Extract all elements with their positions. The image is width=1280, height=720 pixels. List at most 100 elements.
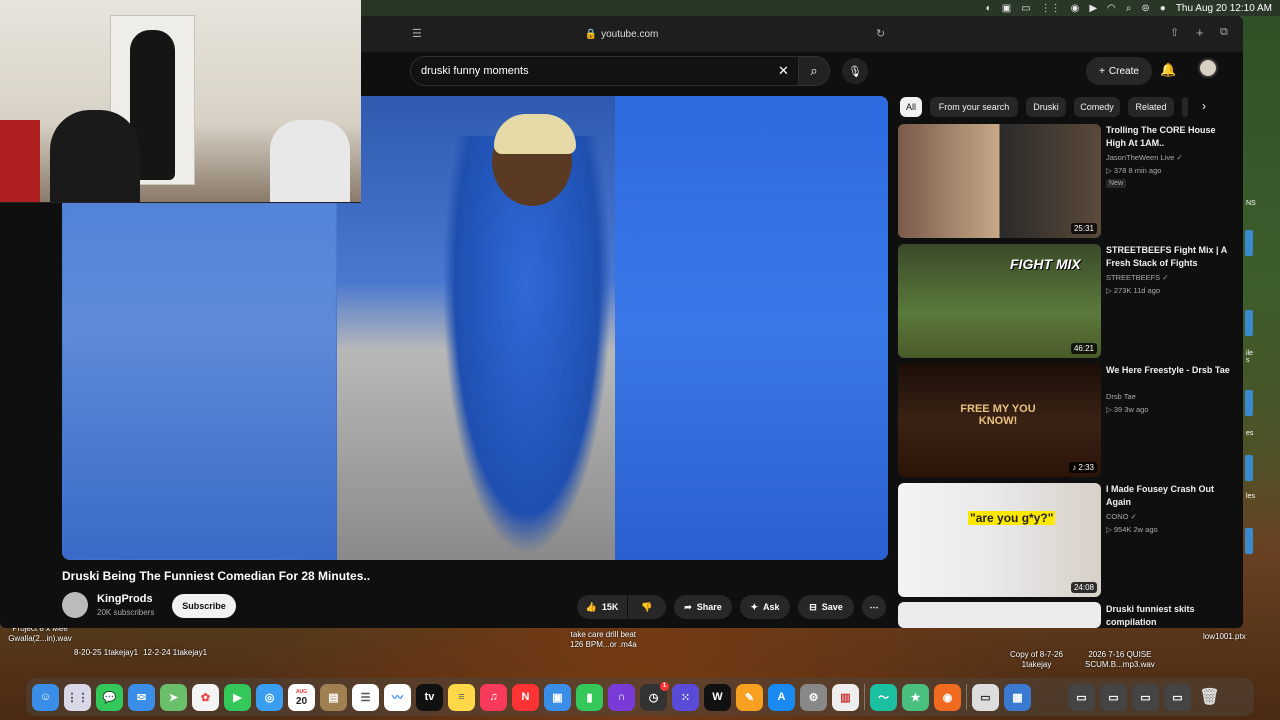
desktop-file-label[interactable]: 8-20-25 1takejay1 [74,648,138,658]
related-channel[interactable]: STREETBEEFS ✓ [1106,273,1169,282]
apple-tv-icon[interactable]: tv [416,683,443,711]
desktop-file-label[interactable]: les [1246,493,1255,500]
desktop-file-icon[interactable] [1245,310,1253,336]
related-title[interactable]: I Made Fousey Crash Out Again [1106,483,1231,509]
related-title[interactable]: We Here Freestyle - Drsb Tae [1106,364,1231,377]
desktop-file-label[interactable]: 2026 7-16 QUISE SCUM.B...mp3.wav [1085,650,1155,670]
related-title[interactable]: Druski funniest skits compilation [1106,603,1231,628]
mail-icon[interactable]: ✉ [128,683,155,711]
related-channel[interactable]: Drsb Tae [1106,392,1136,401]
share-button[interactable]: ➦ Share [674,595,732,619]
menu-clock[interactable]: Thu Aug 20 12:10 AM [1176,3,1272,14]
desktop-file-label[interactable]: ile s [1246,350,1253,364]
sidebar-toggle-icon[interactable]: ☰ [412,27,422,40]
freeform-icon[interactable]: 〰 [384,683,411,711]
arc-icon[interactable]: ∩ [608,683,635,711]
grid-icon[interactable]: ⋮⋮ [1041,3,1061,14]
chip-comedy[interactable]: Comedy [1074,97,1120,117]
waves-icon[interactable]: W [704,683,731,711]
status-icon-1[interactable]: ◐ [986,3,992,14]
related-thumbnail[interactable]: FREE MY YOU KNOW! ♪ 2:33 [898,363,1101,477]
activity-icon[interactable]: 〜 [870,683,897,711]
related-thumbnail[interactable] [898,602,1101,628]
desktop-file-label[interactable]: low1001.ptx [1203,632,1246,642]
pages-icon[interactable]: ✎ [736,683,763,711]
search-input[interactable]: druski funny moments [410,56,800,86]
safari-icon[interactable]: ◎ [256,683,283,711]
maps-icon[interactable]: ➤ [160,683,187,711]
status-icon-3[interactable]: ◉ [1071,3,1080,14]
stickies-icon[interactable]: ★ [902,683,929,711]
tab-overview-icon[interactable]: ⧉ [1220,26,1228,39]
desktop-file-label[interactable]: 12-2-24 1takejay1 [143,648,207,658]
more-actions-button[interactable]: ⋯ [862,595,886,619]
like-button[interactable]: 👍 15K [577,595,627,619]
firefox-icon[interactable]: ◉ [934,683,961,711]
facetime-icon[interactable]: ▶ [224,683,251,711]
search-button[interactable]: ⌕ [798,56,830,86]
notes-icon[interactable]: ≡ [448,683,475,711]
apps-grid-icon[interactable]: ⁙ [672,683,699,711]
notifications-bell-icon[interactable]: 🔔 [1160,62,1176,78]
gallery-icon[interactable]: ▦ [1004,683,1031,711]
desktop-file-icon[interactable] [1245,528,1253,554]
share-icon[interactable]: ⇧ [1170,26,1179,39]
stack-icon[interactable] [1036,684,1063,711]
channel-name[interactable]: KingProds [97,593,153,605]
window-thumbnail-icon[interactable]: ▭ [1164,683,1191,711]
desktop-file-icon[interactable] [1245,455,1253,481]
trash-icon[interactable]: 🗑 [1196,684,1223,711]
address-bar[interactable]: 🔒 youtube.com [585,29,659,40]
account-avatar[interactable] [1198,58,1218,78]
subscribe-button[interactable]: Subscribe [172,594,236,618]
launchpad-icon[interactable]: ⋮⋮ [64,683,91,711]
desktop-file-label[interactable]: NS [1246,200,1256,207]
dislike-button[interactable]: 👎 [628,595,666,619]
desktop-file-icon[interactable] [1245,230,1253,256]
related-thumbnail[interactable]: "are you g*y?" 24:08 [898,483,1101,597]
wifi-icon[interactable]: ◠ [1107,3,1116,14]
calendar-icon[interactable]: AUG 20 [288,683,315,711]
window-thumbnail-icon[interactable]: ▭ [1100,683,1127,711]
new-tab-icon[interactable]: + [1196,25,1204,40]
desktop-file-label[interactable]: es [1246,430,1253,437]
generic-app-icon[interactable]: ▥ [832,683,859,711]
control-center-icon[interactable]: ⊜ [1141,3,1149,14]
channel-avatar[interactable] [62,592,88,618]
window-thumbnail-icon[interactable]: ▭ [1068,683,1095,711]
chip-all[interactable]: All [900,97,922,117]
reload-icon[interactable]: ↻ [876,27,885,40]
screenshot-icon[interactable]: ▭ [972,683,999,711]
clock-icon[interactable]: ◷ 1 [640,681,669,711]
messages-icon[interactable]: 💬 [96,683,123,711]
save-button[interactable]: ⊟ Save [798,595,854,619]
numbers-icon[interactable]: ▮ [576,683,603,711]
news-icon[interactable]: N [512,683,539,711]
related-thumbnail[interactable]: FIGHT MIX 46:21 [898,244,1101,358]
chip-related[interactable]: Related [1128,97,1174,117]
related-thumbnail[interactable]: 25:31 [898,124,1101,238]
desktop-file-label[interactable]: take care drill beat 126 BPM...or .m4a [570,630,637,650]
app-store-icon[interactable]: A [768,683,795,711]
siri-icon[interactable]: ● [1160,3,1166,14]
music-icon[interactable]: ♫ [480,683,507,711]
folder-app-icon[interactable]: ▤ [320,683,347,711]
create-button[interactable]: + Create [1086,57,1152,85]
window-thumbnail-icon[interactable]: ▭ [1132,683,1159,711]
finder-icon[interactable]: ☺ [32,683,59,711]
screen-record-icon[interactable]: ▭ [1021,3,1030,14]
clear-search-icon[interactable]: ✕ [778,63,789,79]
related-channel[interactable]: JasonTheWeen Live ✓ [1106,153,1183,162]
related-channel[interactable]: CONO ✓ [1106,512,1137,521]
system-settings-icon[interactable]: ⚙ [800,683,827,711]
chip-partial[interactable] [1182,97,1188,117]
play-icon[interactable]: ▶ [1089,3,1097,14]
related-title[interactable]: Trolling The CORE House High At 1AM.. [1106,124,1231,150]
ask-button[interactable]: ✦ Ask [740,595,790,619]
desktop-file-icon[interactable] [1245,390,1253,416]
photos-icon[interactable]: ✿ [192,683,219,711]
keynote-icon[interactable]: ▣ [544,683,571,711]
chip-from-your-search[interactable]: From your search [930,97,1018,117]
chip-druski[interactable]: Druski [1026,97,1066,117]
related-title[interactable]: STREETBEEFS Fight Mix | A Fresh Stack of… [1106,244,1231,270]
